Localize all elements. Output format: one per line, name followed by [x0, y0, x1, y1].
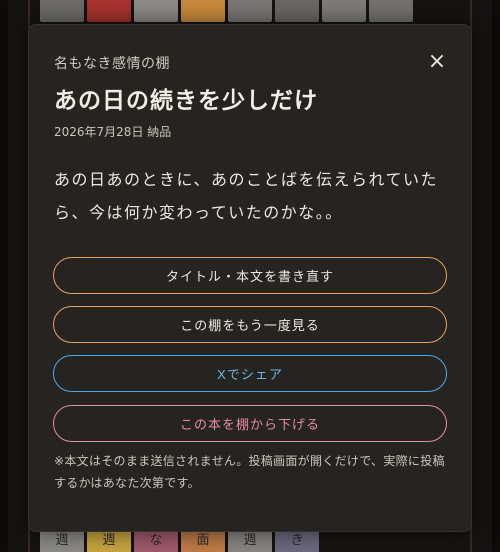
book-spine[interactable] — [40, 0, 84, 22]
rewrite-button[interactable]: タイトル・本文を書き直す — [53, 257, 447, 294]
book-spine[interactable] — [134, 0, 178, 22]
delivery-date: 2026年7月28日 納品 — [54, 125, 172, 139]
book-spine[interactable]: き — [275, 530, 319, 552]
share-on-x-button[interactable]: Xでシェア — [53, 355, 447, 392]
close-icon: × — [427, 48, 447, 74]
book-body-text: あの日あのときに、あのことばを伝えられていたら、今は何か変わっていたのかな。。 — [54, 170, 439, 222]
book-spine[interactable] — [322, 0, 366, 22]
book-spine[interactable] — [228, 0, 272, 22]
book-spine[interactable] — [87, 0, 131, 22]
book-spine[interactable]: 面 — [181, 530, 225, 552]
book-spine[interactable]: 週 — [228, 530, 272, 552]
bookshelf-top-row — [0, 0, 500, 22]
shelf-frame-left — [0, 0, 8, 552]
book-spine[interactable]: 週 — [40, 530, 84, 552]
view-shelf-button[interactable]: この棚をもう一度見る — [53, 306, 447, 343]
app-stage: 週 週 な 面 週 き 名もなき感情の棚 × あの日の続きを少しだけ 2026年… — [0, 0, 500, 552]
close-button[interactable]: × — [423, 47, 451, 75]
book-spine[interactable]: 週 — [87, 530, 131, 552]
book-spine[interactable]: な — [134, 530, 178, 552]
remove-from-shelf-button[interactable]: この本を棚から下げる — [53, 405, 447, 442]
shelf-frame-right — [492, 0, 500, 552]
book-title: あの日の続きを少しだけ — [54, 87, 318, 114]
shelf-name: 名もなき感情の棚 — [54, 56, 170, 72]
book-spine[interactable] — [181, 0, 225, 22]
book-detail-modal: 名もなき感情の棚 × あの日の続きを少しだけ 2026年7月28日 納品 あの日… — [28, 24, 472, 532]
book-spine[interactable] — [275, 0, 319, 22]
bookshelf-bottom-row: 週 週 な 面 週 き — [0, 530, 500, 552]
privacy-note: ※本文はそのまま送信されません。投稿画面が開くだけで、実際に投稿するかはあなた次… — [54, 454, 445, 490]
book-spine[interactable] — [369, 0, 413, 22]
